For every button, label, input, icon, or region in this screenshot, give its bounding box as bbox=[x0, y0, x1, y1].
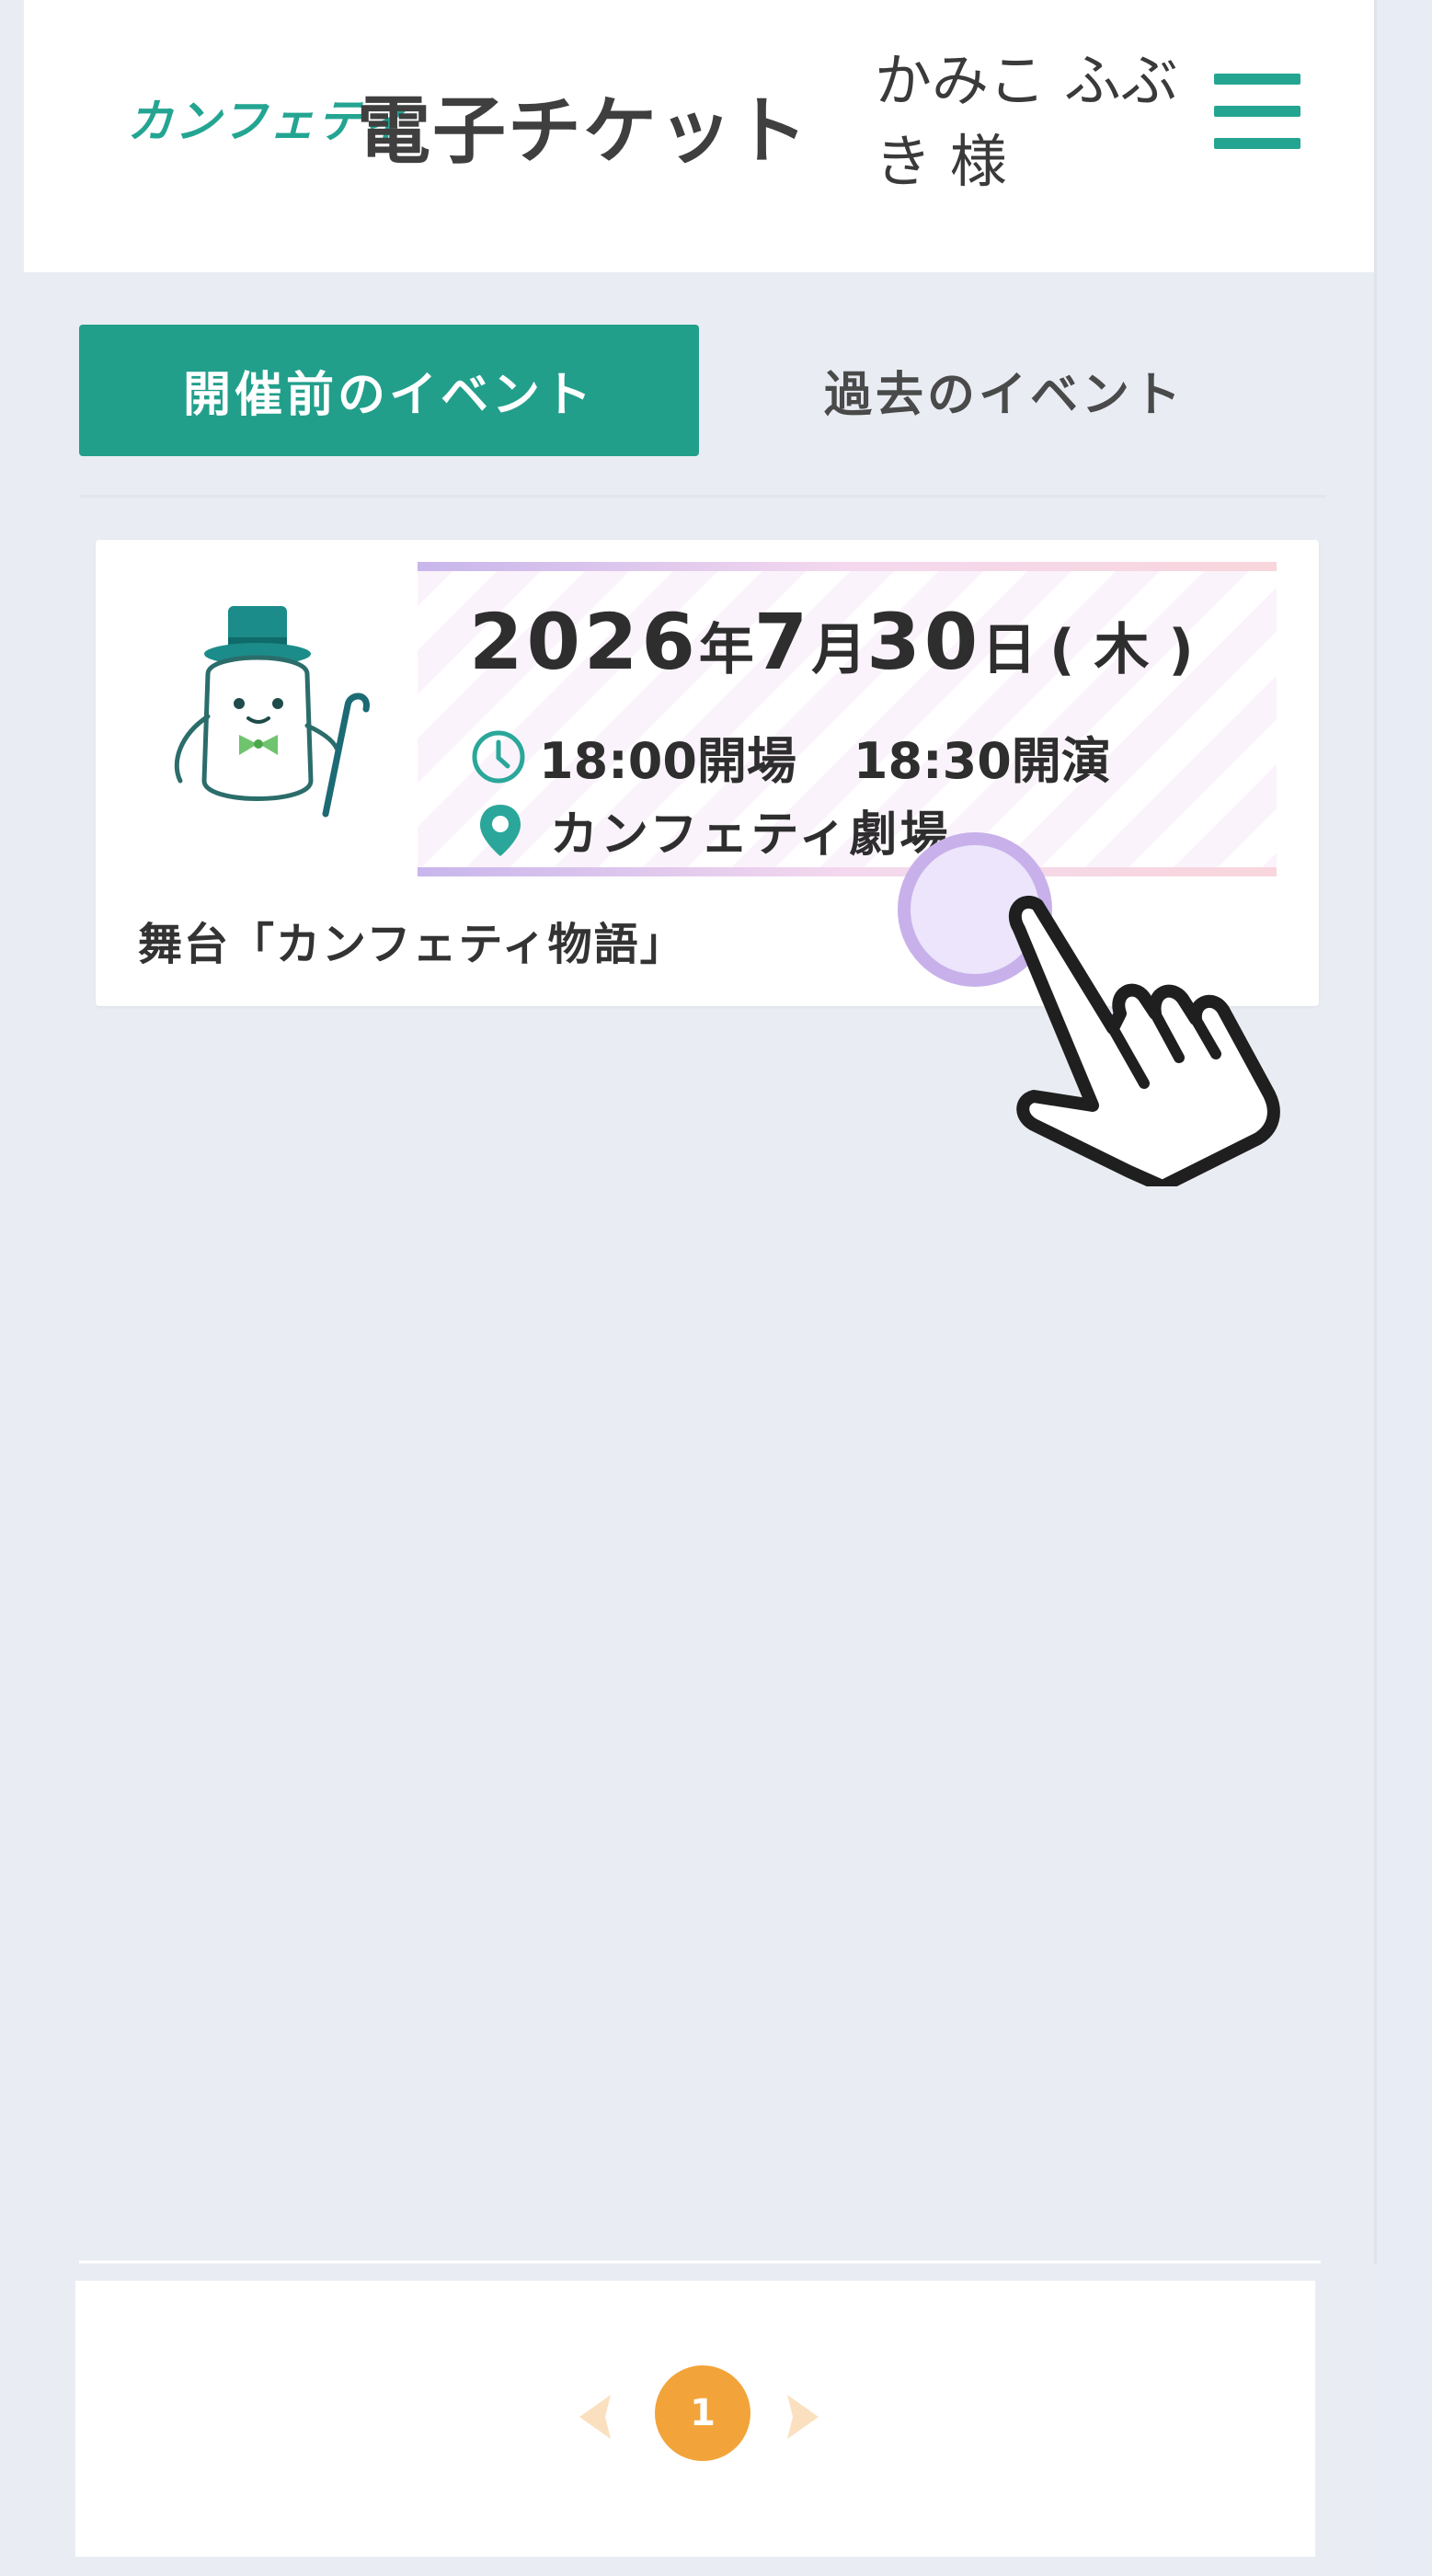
brand-title[interactable]: 電子チケット bbox=[357, 72, 809, 178]
right-gutter bbox=[1377, 0, 1432, 2576]
event-title[interactable]: 舞台「カンフェティ物語」 bbox=[138, 908, 686, 972]
event-day: 30 bbox=[866, 597, 982, 687]
tab-past-events[interactable]: 過去のイベント bbox=[701, 325, 1308, 456]
tab-divider bbox=[79, 495, 1326, 498]
event-time-row: 18:00開場 18:30開演 bbox=[469, 720, 1111, 793]
page-number-current[interactable]: 1 bbox=[655, 2365, 750, 2461]
mascot-icon bbox=[174, 606, 370, 818]
page: カンフェティ 電子チケット かみこ ふぶき 様 開催前のイベント 過去のイベント bbox=[0, 0, 1432, 2576]
event-venue-row: カンフェティ劇場 bbox=[469, 796, 950, 864]
chevron-left-icon[interactable] bbox=[570, 2389, 625, 2444]
user-name: かみこ ふぶき 様 bbox=[875, 47, 1178, 195]
menu-icon[interactable] bbox=[1214, 70, 1304, 162]
chevron-right-icon[interactable] bbox=[773, 2389, 828, 2444]
day-unit: 日 bbox=[981, 618, 1037, 682]
year-unit: 年 bbox=[698, 618, 754, 682]
menu-line bbox=[1214, 138, 1300, 149]
footer-divider bbox=[79, 2261, 1321, 2263]
open-time: 18:00開場 bbox=[539, 732, 796, 790]
tab-upcoming-events[interactable]: 開催前のイベント bbox=[79, 325, 699, 456]
menu-line bbox=[1214, 74, 1300, 85]
month-unit: 月 bbox=[811, 618, 867, 682]
hand-pointer-icon bbox=[1008, 896, 1280, 1186]
start-time: 18:30開演 bbox=[853, 732, 1111, 790]
header: カンフェティ 電子チケット かみこ ふぶき 様 bbox=[24, 0, 1374, 272]
menu-line bbox=[1214, 106, 1300, 117]
event-year: 2026 bbox=[469, 597, 699, 687]
venue-name: カンフェティ劇場 bbox=[550, 807, 951, 863]
event-month: 7 bbox=[753, 597, 812, 687]
event-date-box: 2026年7月30日( 木 ) 18:00開場 18:30開演 カンフェティ劇場 bbox=[418, 562, 1277, 876]
location-pin-icon bbox=[480, 804, 521, 856]
event-date: 2026年7月30日( 木 ) bbox=[469, 597, 1194, 687]
event-weekday: ( 木 ) bbox=[1049, 618, 1194, 682]
clock-icon bbox=[472, 730, 525, 783]
